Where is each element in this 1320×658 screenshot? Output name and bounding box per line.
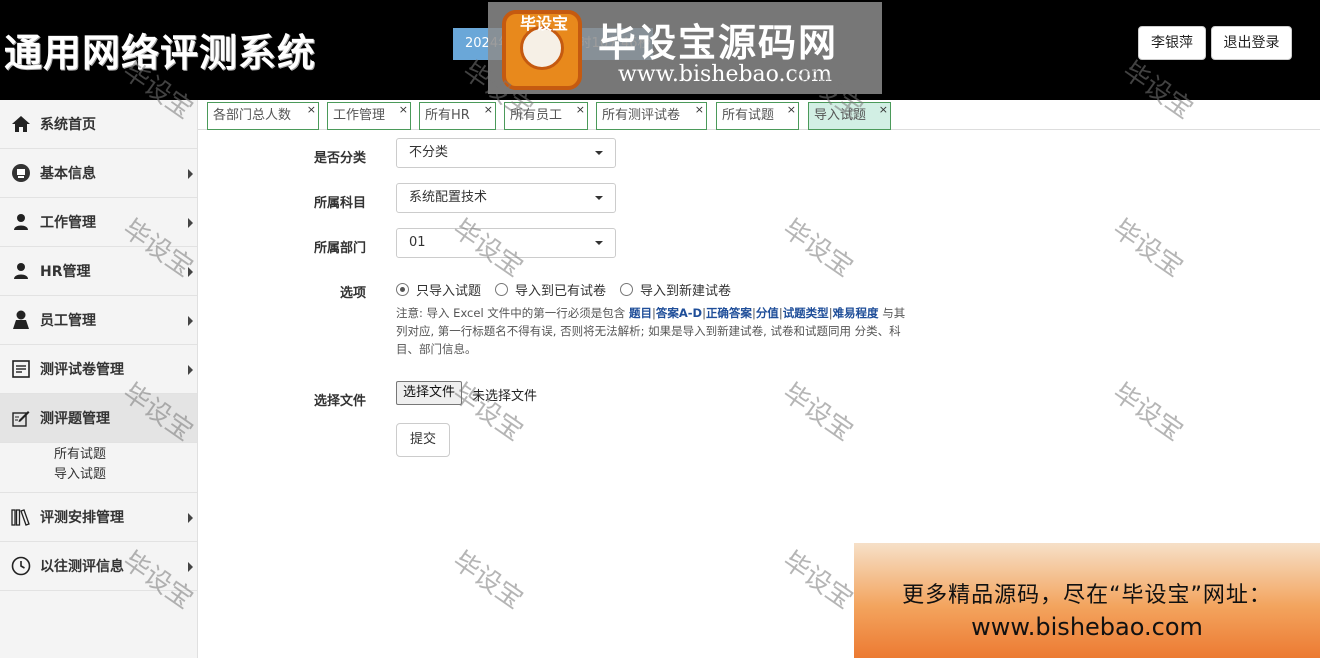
chevron-down-icon	[595, 196, 603, 200]
sidebar-item-papers[interactable]: 测评试卷管理	[0, 345, 197, 394]
file-status: 未选择文件	[472, 389, 538, 404]
sidebar-item-history[interactable]: 以往测评信息	[0, 542, 197, 591]
chevron-right-icon	[188, 267, 193, 277]
ad-banner[interactable]: 更多精品源码，尽在“毕设宝”网址： www.bishebao.com	[854, 543, 1320, 658]
sidebar-item-hr[interactable]: HR管理	[0, 247, 197, 296]
radio-import-new[interactable]	[620, 283, 634, 296]
sidebar-item-schedule[interactable]: 评测安排管理	[0, 493, 197, 542]
logo-text: 毕设宝源码网	[598, 21, 839, 65]
classify-select[interactable]: 不分类	[396, 138, 616, 168]
submenu-item-import-questions[interactable]: 导入试题	[54, 465, 197, 485]
dept-select[interactable]: 01	[396, 228, 616, 258]
sidebar-item-staff[interactable]: 员工管理	[0, 296, 197, 345]
sidebar-item-label: 测评试卷管理	[40, 362, 124, 378]
radio-import-existing[interactable]	[495, 283, 509, 296]
sidebar: 系统首页 基本信息 工作管理 HR管理 员工管理 测评试卷管理 测评题管理 所有…	[0, 100, 198, 658]
sidebar-item-label: 评测安排管理	[40, 510, 124, 526]
chevron-down-icon	[595, 241, 603, 245]
submenu-questions: 所有试题 导入试题	[0, 443, 197, 493]
chevron-right-icon	[188, 562, 193, 572]
submit-button[interactable]: 提交	[396, 423, 450, 457]
sidebar-item-home[interactable]: 系统首页	[0, 100, 197, 149]
dept-label: 所属部门	[313, 241, 366, 256]
close-icon[interactable]: ×	[399, 97, 408, 123]
sidebar-item-label: 系统首页	[40, 117, 96, 133]
tab-all-staff[interactable]: 所有员工 ×	[504, 102, 588, 130]
close-icon[interactable]: ×	[787, 97, 796, 123]
import-note: 注意: 导入 Excel 文件中的第一行必须是包含 题目|答案A-D|正确答案|…	[396, 306, 906, 356]
chevron-right-icon	[188, 365, 193, 375]
user-group-icon	[10, 260, 32, 282]
chevron-right-icon	[188, 316, 193, 326]
sidebar-item-basic-info[interactable]: 基本信息	[0, 149, 197, 198]
close-icon[interactable]: ×	[879, 97, 888, 123]
classify-label: 是否分类	[313, 151, 366, 166]
info-icon	[10, 162, 32, 184]
subject-label: 所属科目	[313, 196, 366, 211]
close-icon[interactable]: ×	[695, 97, 704, 123]
close-icon[interactable]: ×	[576, 97, 585, 123]
tab-dept-headcount[interactable]: 各部门总人数 ×	[207, 102, 319, 130]
edit-icon	[10, 407, 32, 429]
sidebar-item-work[interactable]: 工作管理	[0, 198, 197, 247]
clock-icon	[10, 555, 32, 577]
choose-file-button[interactable]: 选择文件	[396, 381, 463, 405]
subject-select[interactable]: 系统配置技术	[396, 183, 616, 213]
user-name-button[interactable]: 李银萍	[1138, 26, 1206, 60]
tab-import-questions[interactable]: 导入试题 ×	[808, 102, 891, 130]
home-icon	[10, 113, 32, 135]
watermark-logo: 毕设宝 毕设宝源码网 www.bishebao.com	[488, 2, 882, 94]
options-label: 选项	[339, 286, 366, 301]
sidebar-item-label: 员工管理	[40, 313, 96, 329]
tab-all-papers[interactable]: 所有测评试卷 ×	[596, 102, 707, 130]
radio-import-only[interactable]	[396, 283, 409, 296]
chevron-down-icon	[595, 151, 603, 155]
chevron-right-icon	[188, 169, 193, 179]
tab-bar: 各部门总人数 × 工作管理 × 所有HR × 所有员工 × 所有测评试卷 × 所有试题 × …	[198, 100, 1320, 130]
chevron-right-icon	[188, 218, 193, 228]
chevron-right-icon	[188, 513, 193, 523]
logo-badge-icon: 毕设宝	[502, 10, 582, 90]
logo-url: www.bishebao.com	[618, 62, 832, 87]
sidebar-item-questions[interactable]: 测评题管理	[0, 394, 197, 443]
sidebar-item-label: HR管理	[40, 264, 91, 280]
logout-button[interactable]: 退出登录	[1211, 26, 1292, 60]
close-icon[interactable]: ×	[307, 97, 316, 123]
ad-text: 更多精品源码，尽在“毕设宝”网址：	[902, 583, 1272, 608]
tab-all-questions[interactable]: 所有试题 ×	[716, 102, 799, 130]
tab-all-hr[interactable]: 所有HR ×	[419, 102, 496, 130]
app-header: 通用网络评测系统 2024年1月17日14时16分46秒 毕设宝 毕设宝源码网 …	[0, 0, 1320, 100]
import-options: 只导入试题 导入到已有试卷 导入到新建试卷	[396, 280, 745, 299]
document-icon	[10, 358, 32, 380]
close-icon[interactable]: ×	[484, 97, 493, 123]
sidebar-item-label: 测评题管理	[40, 411, 110, 427]
tab-work[interactable]: 工作管理 ×	[327, 102, 411, 130]
user-icon	[10, 211, 32, 233]
file-label: 选择文件	[313, 394, 366, 409]
submenu-item-all-questions[interactable]: 所有试题	[54, 445, 197, 465]
ad-url: www.bishebao.com	[971, 613, 1203, 641]
sidebar-item-label: 以往测评信息	[40, 559, 124, 575]
app-title: 通用网络评测系统	[4, 31, 317, 75]
sidebar-item-label: 基本信息	[40, 166, 96, 182]
books-icon	[10, 506, 32, 528]
sidebar-item-label: 工作管理	[40, 215, 96, 231]
user-icon	[10, 309, 32, 331]
